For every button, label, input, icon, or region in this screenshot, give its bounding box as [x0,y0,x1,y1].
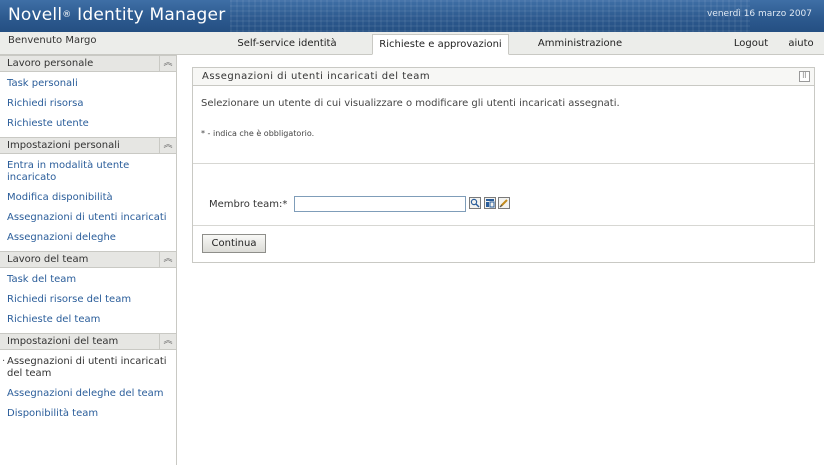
header-banner: Novell® Identity Manager venerdì 16 marz… [0,0,824,32]
reset-icon[interactable] [498,197,510,209]
section-header-team-work: Lavoro del team ︽ [0,251,176,268]
sidebar-item-personal-tasks[interactable]: Task personali [0,74,176,94]
collapse-icon[interactable]: ︽ [159,252,176,267]
page-title: Assegnazioni di utenti incaricati del te… [202,71,431,82]
section-title: Lavoro del team [7,254,89,265]
sidebar-item-proxy-mode[interactable]: Entra in modalità utente incaricato [0,156,176,188]
section-header-team-settings: Impostazioni del team ︽ [0,333,176,350]
section-title: Lavoro personale [7,58,94,69]
sidebar-item-request-resource[interactable]: Richiedi risorsa [0,94,176,114]
main-content: Assegnazioni di utenti incaricati del te… [192,67,815,263]
team-member-label: Membro team:* [209,199,288,210]
required-note: * - indica che è obbligatorio. [201,129,315,138]
collapse-icon[interactable]: ︽ [159,334,176,349]
sidebar-section-team-settings: Impostazioni del team ︽ Assegnazioni di … [0,333,176,427]
sidebar: Lavoro personale ︽ Task personali Richie… [0,55,177,465]
current-date: venerdì 16 marzo 2007 [706,9,812,19]
lookup-icon[interactable] [469,197,481,209]
section-title: Impostazioni personali [7,140,120,151]
sidebar-item-delegate-assignments[interactable]: Assegnazioni deleghe [0,228,176,248]
sidebar-item-proxy-assignments[interactable]: Assegnazioni di utenti incaricati [0,208,176,228]
welcome-text: Benvenuto Margo [8,35,97,46]
logout-link[interactable]: Logout [726,34,776,55]
sidebar-section-personal-settings: Impostazioni personali ︽ Entra in modali… [0,137,176,251]
banner-pattern [230,0,750,32]
panel-menu-icon[interactable]: ⠿ [799,71,810,82]
instruction-text: Selezionare un utente di cui visualizzar… [201,98,620,109]
tab-requests-approvals[interactable]: Richieste e approvazioni [372,34,509,55]
app-title-brand: Novell [8,5,63,25]
history-icon[interactable] [484,197,496,209]
sidebar-item-team-delegate-assignments[interactable]: Assegnazioni deleghe del team [0,384,176,404]
sidebar-item-request-team-resources[interactable]: Richiedi risorse del team [0,290,176,310]
divider [193,163,814,164]
collapse-icon[interactable]: ︽ [159,138,176,153]
app-title-product: Identity Manager [77,5,226,25]
section-header-personal-work: Lavoro personale ︽ [0,55,176,72]
panel-header: Assegnazioni di utenti incaricati del te… [193,68,814,86]
tab-self-service[interactable]: Self-service identità [232,34,342,55]
sidebar-section-personal-work: Lavoro personale ︽ Task personali Richie… [0,55,176,137]
sidebar-item-team-tasks[interactable]: Task del team [0,270,176,290]
sidebar-item-user-requests[interactable]: Richieste utente [0,114,176,134]
tab-administration[interactable]: Amministrazione [530,34,630,55]
collapse-icon[interactable]: ︽ [159,56,176,71]
sidebar-item-edit-availability[interactable]: Modifica disponibilità [0,188,176,208]
section-header-personal-settings: Impostazioni personali ︽ [0,137,176,154]
sidebar-item-team-availability[interactable]: Disponibilità team [0,404,176,424]
section-title: Impostazioni del team [7,336,119,347]
continue-button[interactable]: Continua [202,234,266,253]
sidebar-item-team-proxy-assignments[interactable]: Assegnazioni di utenti incaricati del te… [0,352,176,384]
registered-mark: ® [62,10,72,20]
app-title: Novell® Identity Manager [8,5,225,25]
content-panel: Assegnazioni di utenti incaricati del te… [192,67,815,263]
top-nav-bar: Benvenuto Margo Self-service identità Ri… [0,32,824,55]
help-link[interactable]: aiuto [782,34,820,55]
team-member-input[interactable] [294,196,466,212]
divider [193,225,814,226]
sidebar-section-team-work: Lavoro del team ︽ Task del team Richiedi… [0,251,176,333]
sidebar-item-team-requests[interactable]: Richieste del team [0,310,176,330]
